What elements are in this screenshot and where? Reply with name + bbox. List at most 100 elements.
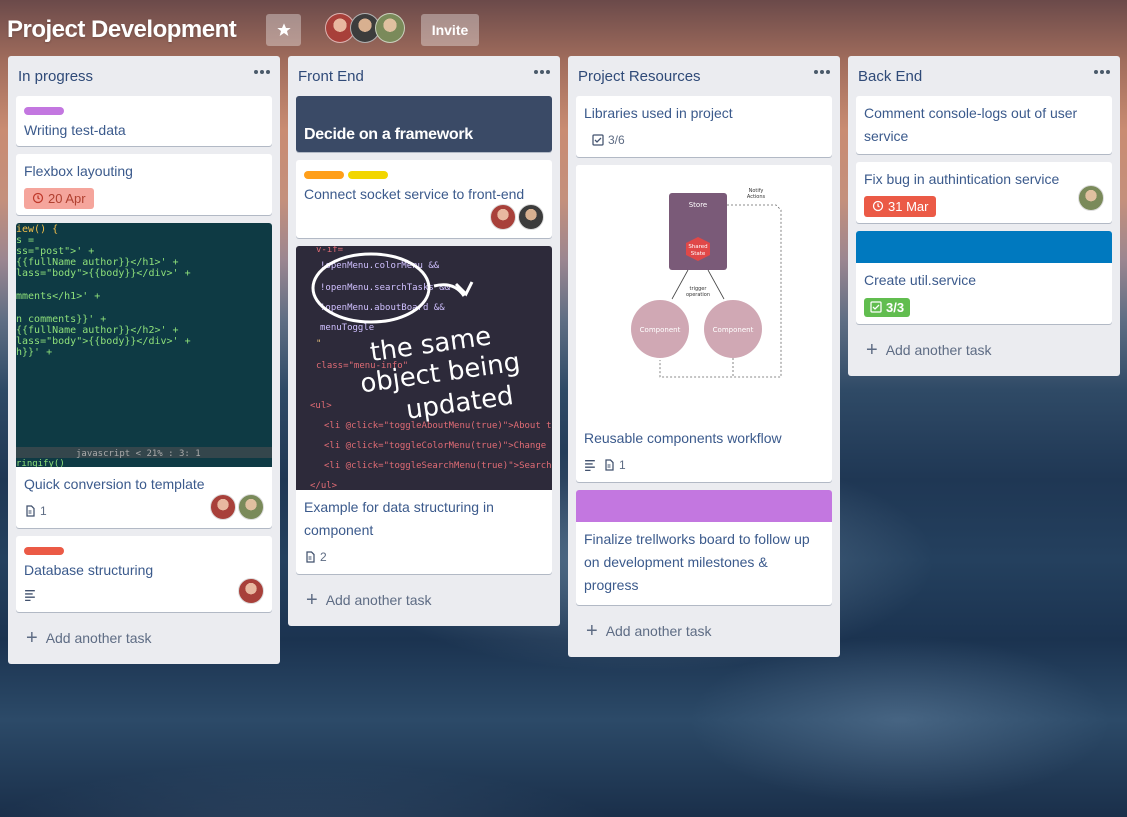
card-label[interactable]: [24, 547, 64, 555]
svg-text:<li @click="toggleAboutMenu(tr: <li @click="toggleAboutMenu(true)">About…: [324, 421, 552, 431]
card-title: Comment console-logs out of user service: [864, 105, 1078, 144]
description-icon: [585, 459, 595, 471]
svg-text:v-if=: v-if=: [316, 246, 344, 255]
svg-text:s =: s =: [16, 235, 34, 246]
list-menu-button[interactable]: [252, 64, 272, 80]
card[interactable]: Decide on a framework: [296, 96, 552, 152]
card-label[interactable]: [348, 171, 388, 179]
due-date-badge[interactable]: 31 Mar: [864, 195, 937, 217]
card-label[interactable]: [304, 171, 344, 179]
svg-text:!openMenu.aboutBoard &&: !openMenu.aboutBoard &&: [320, 303, 445, 313]
attachment-badge: 2: [304, 550, 327, 564]
plus-icon: +: [586, 620, 598, 642]
list-project-resources: Project Resources Libraries used in proj…: [568, 56, 840, 657]
card-members: [1078, 185, 1104, 211]
card-title: Connect socket service to front-end: [304, 186, 525, 202]
card[interactable]: iew() { s = ss="post">' + {{fullName aut…: [16, 223, 272, 528]
star-icon: [276, 23, 291, 36]
card[interactable]: Finalize trellworks board to follow up o…: [576, 490, 832, 605]
svg-text:lass="body">{{body}}</div>' +: lass="body">{{body}}</div>' +: [16, 336, 191, 347]
attachment-count: 1: [619, 458, 626, 472]
svg-text:<li @click="toggleColorMenu(tr: <li @click="toggleColorMenu(true)">Chang…: [324, 441, 552, 451]
card-title: Reusable components workflow: [584, 430, 782, 446]
list-menu-button[interactable]: [532, 64, 552, 80]
avatar[interactable]: [238, 494, 264, 520]
diagram-component-label: Component: [640, 326, 681, 334]
clock-icon: [872, 200, 884, 212]
add-task-label: Add another task: [885, 342, 992, 358]
card[interactable]: Database structuring: [16, 536, 272, 612]
avatar[interactable]: [490, 204, 516, 230]
due-date-badge[interactable]: 20 Apr: [24, 187, 94, 209]
board-header: Project Development Invite: [0, 0, 1127, 56]
svg-text:h}}' +: h}}' +: [16, 347, 52, 358]
attachment-count: 1: [40, 504, 47, 518]
clock-icon: [32, 192, 44, 204]
card[interactable]: Store Shared State Notify Actions trigge…: [576, 165, 832, 482]
member-avatars: [325, 13, 405, 43]
svg-text:": ": [316, 339, 321, 349]
plus-icon: +: [866, 339, 878, 361]
add-task-label: Add another task: [45, 630, 152, 646]
star-button[interactable]: [266, 14, 301, 46]
svg-text:Actions: Actions: [747, 194, 766, 200]
card-title: Writing test-data: [24, 122, 126, 138]
card-members: [490, 204, 544, 230]
board-title[interactable]: Project Development: [7, 16, 237, 44]
code-annotation-image: v-if= !openMenu.colorMenu && !openMenu.s…: [296, 246, 552, 490]
svg-text:menuToggle: menuToggle: [320, 323, 374, 333]
card[interactable]: Libraries used in project 3/6: [576, 96, 832, 157]
card-label[interactable]: [24, 107, 64, 115]
svg-text:!openMenu.searchTasks &&: !openMenu.searchTasks &&: [320, 283, 451, 293]
list-title[interactable]: Front End: [296, 68, 364, 85]
list-menu-button[interactable]: [812, 64, 832, 80]
description-icon: [25, 589, 35, 601]
card[interactable]: v-if= !openMenu.colorMenu && !openMenu.s…: [296, 246, 552, 574]
card[interactable]: Fix bug in authintication service 31 Mar: [856, 162, 1112, 223]
card-title: Finalize trellworks board to follow up o…: [584, 531, 810, 593]
svg-text:State: State: [691, 251, 706, 257]
avatar[interactable]: [1078, 185, 1104, 211]
list-menu-button[interactable]: [1092, 64, 1112, 80]
card-cover: [856, 231, 1112, 263]
svg-text:{{fullName author}}</h1>' +: {{fullName author}}</h1>' +: [16, 257, 179, 268]
card-cover-title: Decide on a framework: [304, 126, 473, 143]
list-title[interactable]: Project Resources: [576, 68, 701, 85]
card[interactable]: Writing test-data: [16, 96, 272, 146]
checklist-badge: 3/3: [864, 297, 911, 317]
description-badge: [24, 589, 37, 601]
svg-text:</ul>: </ul>: [310, 481, 338, 490]
svg-text:{{fullName author}}</h2>' +: {{fullName author}}</h2>' +: [16, 325, 179, 336]
invite-button[interactable]: Invite: [421, 14, 479, 46]
attachment-icon: [26, 505, 35, 517]
attachment-badge: 1: [24, 504, 47, 518]
list-title[interactable]: Back End: [856, 68, 922, 85]
add-task-button[interactable]: + Add another task: [576, 613, 832, 649]
card-title: Libraries used in project: [584, 105, 733, 121]
workflow-diagram-image: Store Shared State Notify Actions trigge…: [576, 165, 832, 421]
svg-text:Shared: Shared: [688, 244, 707, 250]
add-task-button[interactable]: + Add another task: [16, 620, 272, 656]
avatar[interactable]: [210, 494, 236, 520]
card[interactable]: Create util.service 3/3: [856, 231, 1112, 324]
card[interactable]: Flexbox layouting 20 Apr: [16, 154, 272, 215]
add-task-button[interactable]: + Add another task: [856, 332, 1112, 368]
checklist-count: 3/6: [608, 133, 625, 147]
list-title[interactable]: In progress: [16, 68, 93, 85]
svg-text:ringify(): ringify(): [16, 459, 65, 467]
avatar[interactable]: [238, 578, 264, 604]
checklist-icon: [870, 301, 882, 313]
card[interactable]: Connect socket service to front-end: [296, 160, 552, 238]
add-task-label: Add another task: [325, 592, 432, 608]
card[interactable]: Comment console-logs out of user service: [856, 96, 1112, 154]
diagram-store-label: Store: [689, 201, 708, 209]
avatar[interactable]: [375, 13, 405, 43]
svg-text:n comments}}' +: n comments}}' +: [16, 314, 106, 325]
card-title: Database structuring: [24, 562, 154, 578]
svg-text:lass="body">{{body}}</div>' +: lass="body">{{body}}</div>' +: [16, 268, 191, 279]
description-badge: [584, 459, 597, 471]
avatar[interactable]: [518, 204, 544, 230]
card-cover: [576, 490, 832, 522]
svg-text:<li @click="toggleSearchMenu(t: <li @click="toggleSearchMenu(true)">Sear…: [324, 461, 552, 471]
add-task-button[interactable]: + Add another task: [296, 582, 552, 618]
